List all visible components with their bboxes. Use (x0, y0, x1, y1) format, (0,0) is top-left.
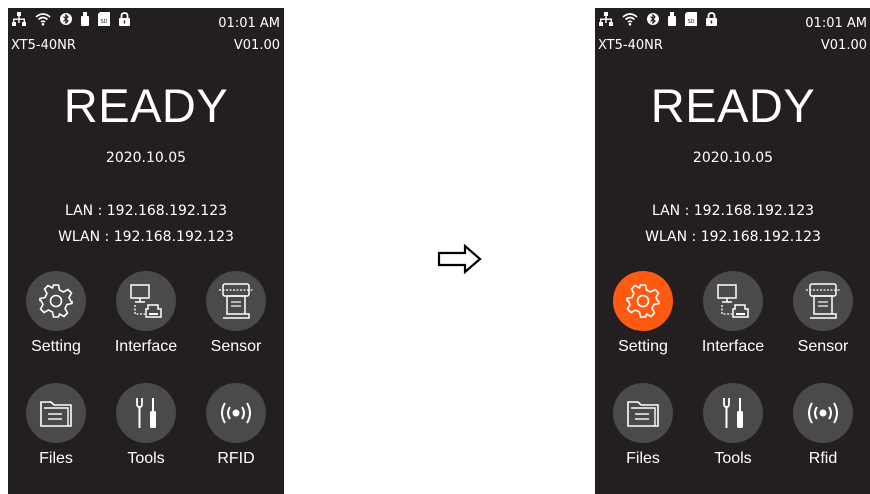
menu-label: RFID (217, 450, 255, 467)
lan-icon (12, 12, 26, 26)
menu-item-setting[interactable]: Setting (13, 271, 99, 371)
wlan-address: WLAN : 192.168.192.123 (58, 229, 234, 245)
rfid-icon (221, 402, 251, 424)
menu-label: Tools (127, 450, 165, 467)
printer-state: READY (650, 79, 816, 132)
bluetooth-icon (647, 13, 659, 25)
menu-item-rfid[interactable]: Rfid (780, 383, 866, 483)
folder-icon (40, 401, 72, 427)
menu-label: Sensor (210, 338, 262, 355)
wlan-address: WLAN : 192.168.192.123 (645, 229, 821, 245)
svg-text:SD: SD (687, 19, 694, 25)
usb-icon (81, 12, 89, 26)
usb-icon (668, 12, 676, 26)
printer-screen-before: SD 01:01 AM XT5-40NR V01.00 READY 2020.1… (8, 8, 284, 494)
menu-label: Setting (31, 338, 81, 355)
lan-address: LAN : 192.168.192.123 (64, 203, 228, 219)
svg-text:SD: SD (100, 19, 107, 25)
model-name: XT5-40NR (598, 38, 663, 53)
sd-card-icon: SD (98, 12, 110, 26)
tools-icon (136, 398, 156, 428)
rfid-icon (808, 402, 838, 424)
menu-label: Interface (114, 338, 178, 355)
sensor-icon (806, 283, 840, 319)
wifi-icon (622, 13, 638, 26)
interface-icon (717, 284, 749, 318)
menu-item-setting[interactable]: Setting (600, 271, 686, 371)
menu-item-interface[interactable]: Interface (103, 271, 189, 371)
menu-label: Tools (714, 450, 752, 467)
gear-icon (39, 284, 73, 318)
date: 2020.10.05 (692, 150, 774, 166)
sd-card-icon: SD (685, 12, 697, 26)
menu-item-tools[interactable]: Tools (690, 383, 776, 483)
menu-item-files[interactable]: Files (600, 383, 686, 483)
menu-label: Interface (701, 338, 765, 355)
menu-item-interface[interactable]: Interface (690, 271, 776, 371)
tools-icon (723, 398, 743, 428)
printer-state: READY (63, 79, 229, 132)
status-bar: SD 01:01 AM (595, 12, 870, 34)
menu-item-files[interactable]: Files (13, 383, 99, 483)
menu-item-sensor[interactable]: Sensor (193, 271, 279, 371)
menu-label: Rfid (808, 450, 838, 467)
printer-screen-after: SD 01:01 AM XT5-40NR V01.00 READY 2020.1… (595, 8, 870, 494)
interface-icon (130, 284, 162, 318)
menu-label: Setting (618, 338, 668, 355)
clock: 01:01 AM (218, 16, 280, 31)
firmware-version: V01.00 (820, 38, 867, 53)
wifi-icon (35, 13, 51, 26)
right-arrow-icon (437, 244, 482, 274)
sensor-icon (219, 283, 253, 319)
model-name: XT5-40NR (11, 38, 76, 53)
folder-icon (627, 401, 659, 427)
selected-highlight (613, 271, 673, 331)
bluetooth-icon (60, 13, 72, 25)
menu-item-tools[interactable]: Tools (103, 383, 189, 483)
menu-label: Sensor (797, 338, 849, 355)
status-bar: SD 01:01 AM (8, 12, 284, 34)
lan-address: LAN : 192.168.192.123 (651, 203, 815, 219)
date: 2020.10.05 (105, 150, 187, 166)
clock: 01:01 AM (805, 16, 867, 31)
lan-icon (599, 12, 613, 26)
lock-icon (706, 12, 717, 26)
gear-icon (626, 284, 660, 318)
lock-icon (119, 12, 130, 26)
menu-label: Files (626, 450, 660, 467)
menu-label: Files (39, 450, 73, 467)
firmware-version: V01.00 (233, 38, 280, 53)
menu-item-sensor[interactable]: Sensor (780, 271, 866, 371)
menu-item-rfid[interactable]: RFID (193, 383, 279, 483)
